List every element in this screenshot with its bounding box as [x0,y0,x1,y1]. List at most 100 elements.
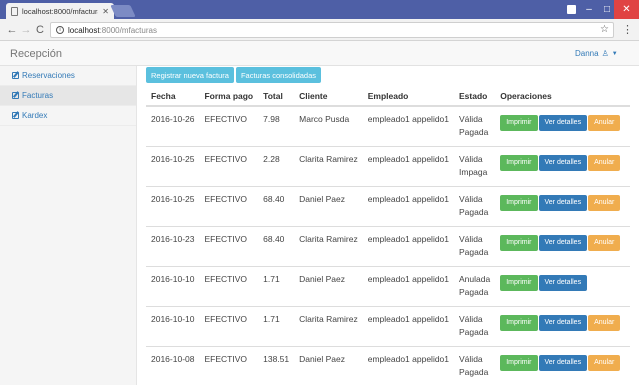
col-empleado: Empleado [362,87,455,107]
status-label: Válida [459,233,483,244]
details-button[interactable]: Ver detalles [538,354,588,371]
cell-estado: Válida Pagada [454,225,496,266]
void-button[interactable]: Anular [588,154,621,171]
cell-empleado: empleado1 appelido1 [362,185,455,226]
status-label: Anulada [459,273,491,284]
print-button[interactable]: Imprimir [500,154,538,171]
brand-title[interactable]: Recepción [10,48,62,60]
cell-operaciones: Imprimir Ver detalles Anular [495,345,630,385]
payment-status: Pagada [459,127,489,137]
void-button[interactable]: Anular [588,115,621,131]
print-button[interactable]: Imprimir [500,234,538,251]
status-label: Válida [459,353,483,364]
window-close-icon[interactable]: ✕ [614,0,639,19]
cell-empleado: empleado1 appelido1 [362,265,455,306]
cell-total: 68.40 [258,225,295,266]
user-menu[interactable]: Danna ♙ ▼ [575,49,618,58]
browser-titlebar: localhost:8000/mfacturas ✕ – □ ✕ [0,0,639,19]
table-row: 2016-10-10 EFECTIVO 1.71 Daniel Paez emp… [146,265,630,306]
cell-forma: EFECTIVO [199,105,259,146]
register-invoice-button[interactable]: Registrar nueva factura [146,67,234,83]
cell-estado: Válida Pagada [454,185,496,226]
details-button[interactable]: Ver detalles [538,234,588,251]
details-button[interactable]: Ver detalles [538,274,588,291]
col-total: Total [258,87,295,107]
sidebar-item-label: Kardex [22,111,48,120]
cell-empleado: empleado1 appelido1 [362,145,455,186]
col-estado: Estado [454,87,496,107]
profile-icon[interactable] [563,0,579,19]
cell-estado: Válida Pagada [454,345,496,385]
status-label: Válida [459,313,483,324]
app-navbar: Recepción Danna ♙ ▼ [0,41,639,66]
cell-fecha: 2016-10-10 [146,265,200,306]
cell-estado: Válida Pagada [454,305,496,346]
cell-operaciones: Imprimir Ver detalles Anular [495,305,630,346]
cell-fecha: 2016-10-08 [146,345,200,385]
void-button[interactable]: Anular [588,314,621,331]
cell-forma: EFECTIVO [199,145,259,186]
print-button[interactable]: Imprimir [500,314,538,331]
void-button[interactable]: Anular [588,194,621,211]
page-icon [11,6,18,16]
payment-status: Pagada [459,286,489,297]
cell-cliente: Daniel Paez [294,345,363,385]
url-input[interactable]: i localhost:8000/mfacturas ☆ [50,22,614,38]
cell-cliente: Daniel Paez [294,265,363,306]
status-label: Válida [459,193,483,204]
cell-forma: EFECTIVO [199,265,259,306]
details-button[interactable]: Ver detalles [538,115,588,131]
details-button[interactable]: Ver detalles [538,314,588,331]
cell-cliente: Daniel Paez [294,185,363,226]
back-arrow-icon[interactable]: ← [6,23,18,37]
cell-fecha: 2016-10-25 [146,185,200,226]
sidebar-item-reservaciones[interactable]: Reservaciones [0,66,136,86]
info-icon[interactable]: i [56,26,64,34]
consolidated-invoices-button[interactable]: Facturas consolidadas [235,67,322,83]
status-label: Válida [459,114,483,124]
payment-status: Pagada [459,366,489,377]
void-button[interactable]: Anular [588,354,621,371]
sidebar-item-kardex[interactable]: Kardex [0,106,136,126]
cell-forma: EFECTIVO [199,225,259,266]
print-button[interactable]: Imprimir [500,274,538,291]
table-row: 2016-10-25 EFECTIVO 2.28 Clarita Ramirez… [146,145,630,186]
cell-total: 2.28 [258,145,295,186]
cell-empleado: empleado1 appelido1 [362,105,455,146]
void-button[interactable]: Anular [588,234,621,251]
edit-icon [12,92,19,99]
cell-empleado: empleado1 appelido1 [362,345,455,385]
close-tab-icon[interactable]: ✕ [102,7,109,16]
browser-tab[interactable]: localhost:8000/mfacturas ✕ [6,3,114,19]
print-button[interactable]: Imprimir [500,194,538,211]
payment-status: Impaga [459,166,488,177]
cell-estado: Válida Impaga [454,145,496,186]
minimize-icon[interactable]: – [580,0,598,19]
reload-icon[interactable]: C [34,23,46,37]
table-row: 2016-10-10 EFECTIVO 1.71 Clarita Ramirez… [146,305,630,346]
forward-arrow-icon[interactable]: → [20,23,32,37]
details-button[interactable]: Ver detalles [538,154,588,171]
cell-fecha: 2016-10-26 [146,105,200,146]
cell-fecha: 2016-10-23 [146,225,200,266]
status-label: Válida [459,153,483,164]
invoices-table: Fecha Forma pago Total Cliente Empleado … [146,87,630,385]
browser-menu-icon[interactable]: ⋮ [622,23,633,36]
new-tab-button[interactable] [110,5,136,17]
print-button[interactable]: Imprimir [500,354,538,371]
col-operaciones: Operaciones [495,87,630,107]
payment-status: Pagada [459,326,489,337]
details-button[interactable]: Ver detalles [538,194,588,211]
sidebar-item-facturas[interactable]: Facturas [0,86,136,106]
print-button[interactable]: Imprimir [500,115,538,131]
table-row: 2016-10-08 EFECTIVO 138.51 Daniel Paez e… [146,345,630,385]
table-row: 2016-10-26 EFECTIVO 7.98 Marco Pusda emp… [146,105,630,146]
cell-total: 1.71 [258,305,295,346]
cell-total: 138.51 [258,345,295,385]
cell-empleado: empleado1 appelido1 [362,305,455,346]
caret-down-icon: ▼ [611,50,618,57]
user-name: Danna [575,49,599,58]
col-cliente: Cliente [294,87,363,107]
bookmark-star-icon[interactable]: ☆ [600,24,609,35]
cell-estado: Válida Pagada [454,105,496,146]
